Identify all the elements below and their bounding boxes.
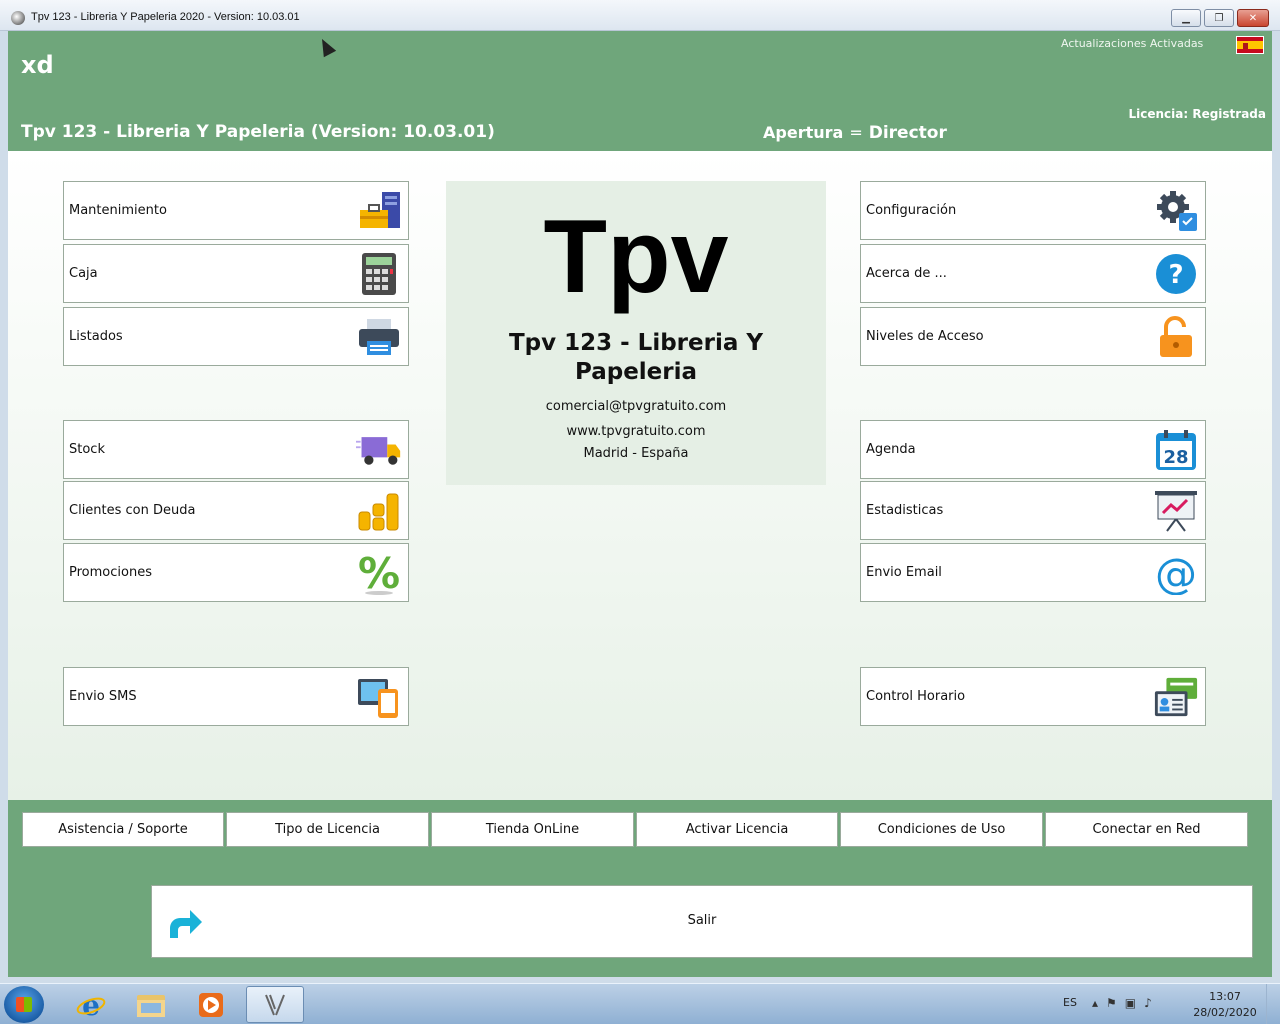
tile-label: Mantenimiento <box>69 203 167 218</box>
calculator-icon <box>356 251 402 297</box>
calendar-icon: 28 <box>1153 427 1199 473</box>
network-icon[interactable]: ▣ <box>1125 996 1136 1010</box>
tile-stock[interactable]: Stock <box>63 420 409 479</box>
printer-icon <box>356 314 402 360</box>
delivery-truck-icon <box>356 427 402 473</box>
system-tray: ▴ ⚑ ▣ ♪ <box>1092 996 1152 1010</box>
exit-button[interactable]: Salir <box>151 885 1253 958</box>
language-indicator[interactable]: ES <box>1063 996 1077 1009</box>
tienda-online-button[interactable]: Tienda OnLine <box>431 812 634 847</box>
tile-label: Niveles de Acceso <box>866 329 984 344</box>
tile-acerca-de[interactable]: Acerca de ... ? <box>860 244 1206 303</box>
window-titlebar: Tpv 123 - Libreria Y Papeleria 2020 - Ve… <box>0 0 1280 31</box>
window-title: Tpv 123 - Libreria Y Papeleria 2020 - Ve… <box>31 11 300 23</box>
svg-text:e: e <box>82 990 100 1020</box>
tpv-logo: Tpv <box>543 199 729 315</box>
toolbox-icon <box>356 188 402 234</box>
svg-text:%: % <box>358 550 400 596</box>
id-cards-icon <box>1153 674 1199 720</box>
percent-icon: % <box>356 550 402 596</box>
restore-button[interactable]: ❐ <box>1204 9 1234 27</box>
activar-licencia-button[interactable]: Activar Licencia <box>636 812 838 847</box>
tile-clientes-deuda[interactable]: Clientes con Deuda <box>63 481 409 540</box>
opening-equals: = <box>849 123 863 142</box>
spain-flag-icon[interactable] <box>1236 36 1264 54</box>
opening-info: Apertura = Director <box>763 123 947 143</box>
exit-label: Salir <box>687 913 717 928</box>
gear-icon <box>1153 188 1199 234</box>
clock-time: 13:07 <box>1209 990 1241 1003</box>
window-controls: ▁ ❐ ✕ <box>1171 9 1269 27</box>
tile-label: Control Horario <box>866 689 966 704</box>
condiciones-uso-button[interactable]: Condiciones de Uso <box>840 812 1043 847</box>
contact-email: comercial@tpvgratuito.com <box>545 399 727 414</box>
svg-text:?: ? <box>1168 260 1183 290</box>
tile-label: Caja <box>69 266 98 281</box>
tile-control-horario[interactable]: Control Horario <box>860 667 1206 726</box>
file-explorer-icon[interactable] <box>122 986 180 1023</box>
tile-promociones[interactable]: Promociones % <box>63 543 409 602</box>
svg-text:28: 28 <box>1163 447 1188 468</box>
app-title: Tpv 123 - Libreria Y Papeleria (Version:… <box>21 122 495 142</box>
center-info-card: Tpv Tpv 123 - Libreria Y Papeleria comer… <box>446 181 826 485</box>
app-window: xd Actualizaciones Activadas Licencia: R… <box>8 31 1272 977</box>
volume-icon[interactable]: ♪ <box>1144 996 1152 1010</box>
asistencia-soporte-button[interactable]: Asistencia / Soporte <box>22 812 224 847</box>
tile-agenda[interactable]: Agenda 28 <box>860 420 1206 479</box>
tile-label: Clientes con Deuda <box>69 503 196 518</box>
media-player-icon[interactable] <box>182 986 240 1023</box>
center-title: Tpv 123 - Libreria Y Papeleria <box>508 330 764 385</box>
show-hidden-icons-icon[interactable]: ▴ <box>1092 996 1098 1010</box>
show-desktop-button[interactable] <box>1266 984 1280 1024</box>
tile-label: Estadisticas <box>866 503 944 518</box>
tile-label: Envio Email <box>866 565 942 580</box>
internet-explorer-icon[interactable]: e <box>62 986 120 1023</box>
app-header: xd Actualizaciones Activadas Licencia: R… <box>8 31 1272 151</box>
tile-estadisticas[interactable]: Estadisticas <box>860 481 1206 540</box>
close-button[interactable]: ✕ <box>1237 9 1269 27</box>
tile-label: Acerca de ... <box>866 266 947 281</box>
stats-board-icon <box>1153 488 1199 534</box>
tile-niveles-acceso[interactable]: Niveles de Acceso <box>860 307 1206 366</box>
tile-label: Promociones <box>69 565 152 580</box>
clock[interactable]: 13:07 28/02/2020 <box>1192 989 1258 1021</box>
tile-label: Listados <box>69 329 123 344</box>
minimize-button[interactable]: ▁ <box>1171 9 1201 27</box>
conectar-red-button[interactable]: Conectar en Red <box>1045 812 1248 847</box>
devices-icon <box>356 674 402 720</box>
tile-label: Envio SMS <box>69 689 137 704</box>
tile-envio-sms[interactable]: Envio SMS <box>63 667 409 726</box>
opening-role: Director <box>868 123 947 143</box>
start-button[interactable] <box>4 986 44 1023</box>
tile-mantenimiento[interactable]: Mantenimiento <box>63 181 409 240</box>
tile-label: Stock <box>69 442 105 457</box>
action-center-icon[interactable]: ⚑ <box>1106 996 1117 1010</box>
help-icon: ? <box>1153 251 1199 297</box>
bottom-bar: Asistencia / Soporte Tipo de Licencia Ti… <box>8 800 1272 977</box>
user-name: xd <box>21 51 54 79</box>
tile-configuracion[interactable]: Configuración <box>860 181 1206 240</box>
app-icon <box>11 11 25 25</box>
opening-label: Apertura <box>763 123 844 142</box>
tile-envio-email[interactable]: Envio Email @ <box>860 543 1206 602</box>
location: Madrid - España <box>583 446 689 461</box>
tipo-licencia-button[interactable]: Tipo de Licencia <box>226 812 429 847</box>
clock-date: 28/02/2020 <box>1193 1006 1257 1019</box>
padlock-icon <box>1153 314 1199 360</box>
main-panel: Mantenimiento Caja Listados Stock Client… <box>8 151 1272 800</box>
svg-text:@: @ <box>1155 551 1197 595</box>
coins-icon <box>356 488 402 534</box>
taskbar: e ES ▴ ⚑ ▣ ♪ 13:07 28/02/2020 <box>0 983 1280 1024</box>
tile-label: Configuración <box>866 203 957 218</box>
tile-listados[interactable]: Listados <box>63 307 409 366</box>
tile-caja[interactable]: Caja <box>63 244 409 303</box>
license-status: Licencia: Registrada <box>1128 107 1266 121</box>
updates-status: Actualizaciones Activadas <box>1061 37 1204 50</box>
at-sign-icon: @ <box>1153 550 1199 596</box>
tile-label: Agenda <box>866 442 916 457</box>
website: www.tpvgratuito.com <box>566 424 706 439</box>
tpv-app-icon[interactable] <box>246 986 304 1023</box>
